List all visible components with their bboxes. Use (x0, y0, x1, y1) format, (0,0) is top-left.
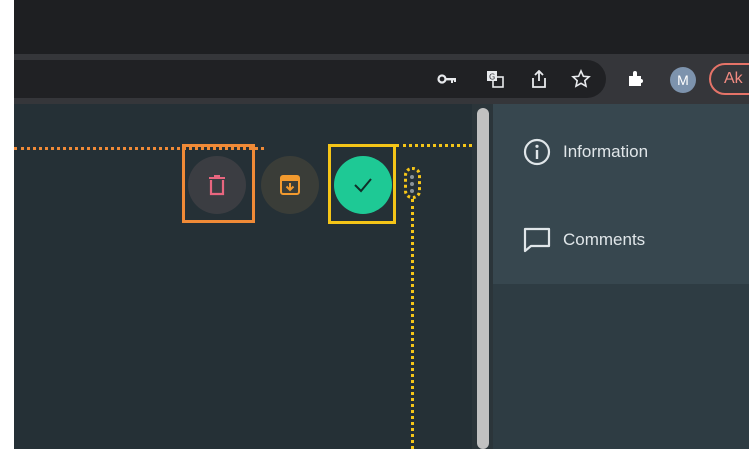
info-icon (523, 138, 551, 166)
address-bar[interactable] (14, 60, 606, 98)
profile-pill-label: Ak (724, 70, 743, 87)
main-pane (14, 104, 749, 449)
annotation-dotted-line-yellow-vertical (411, 199, 414, 449)
highlight-box-yellow (328, 144, 396, 224)
translate-icon[interactable]: G (482, 66, 508, 92)
side-item-comments-label: Comments (563, 230, 646, 249)
side-panel-menu: Information Comments (493, 104, 749, 284)
star-icon[interactable] (568, 66, 594, 92)
side-item-information[interactable]: Information (523, 136, 648, 168)
extensions-icon[interactable] (623, 66, 649, 92)
browser-window: G M Ak Information Comments (14, 0, 749, 449)
side-item-information-label: Information (563, 142, 649, 161)
profile-avatar[interactable]: M (670, 67, 696, 93)
comment-icon (523, 227, 551, 253)
archive-button[interactable] (261, 156, 319, 214)
side-panel: Information Comments (493, 104, 749, 449)
scrollbar-thumb[interactable] (477, 108, 489, 449)
profile-initial: M (677, 72, 689, 88)
share-icon[interactable] (526, 66, 552, 92)
side-item-comments[interactable]: Comments (523, 224, 645, 256)
archive-icon (280, 175, 300, 195)
svg-text:G: G (489, 73, 495, 82)
highlight-box-orange (182, 144, 255, 223)
key-icon[interactable] (434, 66, 460, 92)
tab-strip (14, 0, 749, 54)
highlight-box-more-options (404, 167, 421, 199)
page-content: Information Comments (14, 104, 749, 449)
profile-pill-button[interactable]: Ak (709, 63, 749, 95)
